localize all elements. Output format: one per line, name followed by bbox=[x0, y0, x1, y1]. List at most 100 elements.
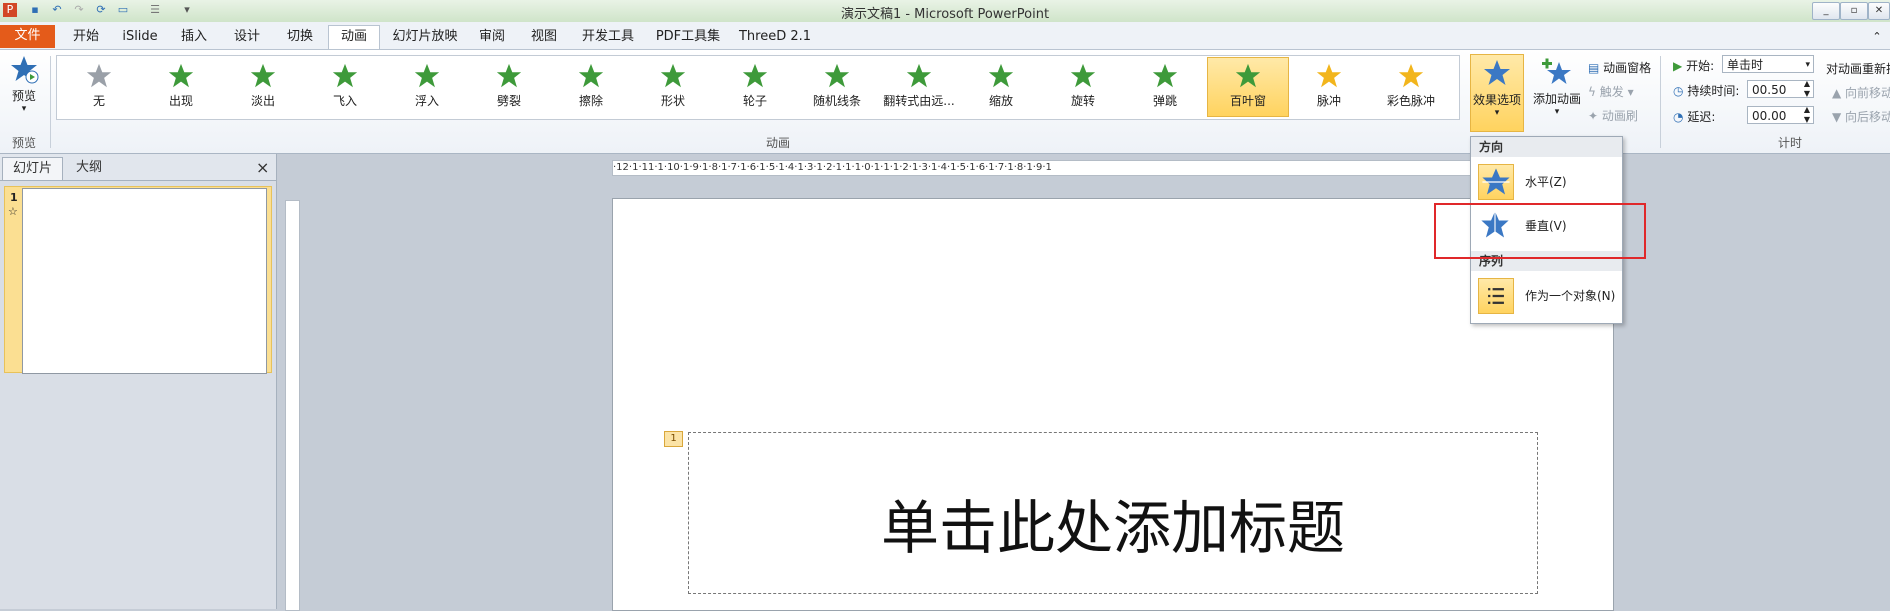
add-animation-label: 添加动画 bbox=[1532, 92, 1581, 106]
tab-view[interactable]: 视图 bbox=[520, 26, 568, 48]
animation-item-label: 旋转 bbox=[1070, 94, 1095, 108]
animation-item-wipe[interactable]: 擦除 bbox=[551, 58, 631, 116]
animation-item-label: 飞入 bbox=[332, 94, 357, 108]
zoom-star-icon bbox=[988, 63, 1014, 88]
animation-item-fly-in[interactable]: 飞入 bbox=[305, 58, 385, 116]
move-later-button[interactable]: ▼ 向后移动 bbox=[1832, 108, 1890, 125]
menu-item-horizontal[interactable]: 水平(Z) bbox=[1473, 161, 1620, 201]
animation-item-grow-turn[interactable]: 翻转式由远... bbox=[879, 58, 959, 116]
tab-review[interactable]: 审阅 bbox=[470, 26, 514, 48]
animation-order-tag[interactable]: 1 bbox=[664, 431, 683, 447]
close-window-button[interactable]: ✕ bbox=[1868, 2, 1890, 20]
animation-painter-button[interactable]: ✦ 动画刷 bbox=[1588, 107, 1638, 124]
close-pane-icon[interactable]: × bbox=[246, 157, 279, 179]
animation-item-label: 翻转式由远... bbox=[883, 94, 955, 108]
animation-item-label: 劈裂 bbox=[496, 94, 521, 108]
horizontal-star-icon bbox=[1478, 164, 1514, 200]
animation-item-appear[interactable]: 出现 bbox=[141, 58, 221, 116]
start-value: 单击时 bbox=[1727, 58, 1764, 72]
pulse-star-icon bbox=[1316, 63, 1342, 88]
effect-options-button[interactable]: 效果选项 ▾ bbox=[1470, 54, 1524, 132]
collapse-ribbon-icon[interactable]: ⌃ bbox=[1868, 26, 1886, 48]
animation-item-label: 淡出 bbox=[250, 94, 275, 108]
effect-options-star-icon bbox=[1484, 60, 1510, 85]
animation-item-label: 脉冲 bbox=[1316, 94, 1341, 108]
animation-item-color-pulse[interactable]: 彩色脉冲 bbox=[1371, 58, 1451, 116]
add-animation-dropdown-icon: ▾ bbox=[1554, 107, 1560, 117]
tab-insert[interactable]: 插入 bbox=[170, 26, 218, 48]
blinds-star-icon bbox=[1235, 63, 1261, 88]
duration-input[interactable]: 00.50 ▲ ▼ bbox=[1747, 79, 1814, 99]
start-select[interactable]: 单击时 ▾ bbox=[1722, 55, 1814, 73]
vertical-ruler bbox=[285, 200, 300, 611]
animation-item-blinds[interactable]: 百叶窗 bbox=[1207, 57, 1289, 117]
tab-animations[interactable]: 动画 bbox=[328, 25, 380, 49]
direction-header: 方向 bbox=[1471, 137, 1622, 157]
animation-item-float-in[interactable]: 浮入 bbox=[387, 58, 467, 116]
animation-item-bounce[interactable]: 弹跳 bbox=[1125, 58, 1205, 116]
timing-group-label: 计时 bbox=[1778, 136, 1803, 150]
maximize-button[interactable]: ▫ bbox=[1840, 2, 1868, 20]
menu-item-as-one-object[interactable]: 作为一个对象(N) bbox=[1473, 275, 1620, 315]
start-label: ▶ 开始: bbox=[1673, 57, 1714, 74]
tab-slideshow[interactable]: 幻灯片放映 bbox=[385, 26, 465, 48]
delay-clock-icon: ◔ bbox=[1673, 110, 1684, 124]
animation-item-label: 无 bbox=[92, 94, 105, 108]
animation-item-wheel[interactable]: 轮子 bbox=[715, 58, 795, 116]
tab-transitions[interactable]: 切换 bbox=[276, 26, 324, 48]
animation-item-fade[interactable]: 淡出 bbox=[223, 58, 303, 116]
animation-item-zoom[interactable]: 缩放 bbox=[961, 58, 1041, 116]
animation-item-label: 出现 bbox=[168, 94, 193, 108]
horizontal-label: 水平(Z) bbox=[1525, 175, 1567, 189]
animation-item-label: 随机线条 bbox=[812, 94, 861, 108]
tab-file[interactable]: 文件 bbox=[0, 25, 55, 48]
slide-thumbnail[interactable] bbox=[22, 188, 267, 374]
chevron-down-icon: ▾ bbox=[1805, 60, 1810, 70]
trigger-button[interactable]: ϟ 触发 ▾ bbox=[1588, 83, 1634, 100]
animation-item-swivel[interactable]: 旋转 bbox=[1043, 58, 1123, 116]
reorder-label: 对动画重新排 bbox=[1826, 62, 1890, 76]
tab-islide[interactable]: iSlide bbox=[115, 26, 165, 48]
clock-icon: ◷ bbox=[1673, 84, 1684, 98]
fly-in-star-icon bbox=[332, 63, 358, 88]
tab-threed[interactable]: ThreeD 2.1 bbox=[735, 26, 815, 48]
trigger-icon: ϟ bbox=[1588, 85, 1596, 99]
spinner-icon[interactable]: ▲ ▼ bbox=[1804, 79, 1810, 99]
trigger-label: 触发 bbox=[1599, 85, 1624, 99]
tab-design[interactable]: 设计 bbox=[223, 26, 271, 48]
move-later-label: 向后移动 bbox=[1845, 110, 1890, 124]
animation-item-shape[interactable]: 形状 bbox=[633, 58, 713, 116]
animation-item-none[interactable]: 无 bbox=[59, 58, 139, 116]
preview-button[interactable]: 预览 ▾ bbox=[4, 54, 44, 132]
preview-dropdown-icon: ▾ bbox=[21, 104, 27, 114]
slides-pane-tabs: 幻灯片 大纲 × bbox=[0, 154, 276, 181]
separator bbox=[50, 56, 51, 148]
slide-number: 1 bbox=[10, 191, 18, 204]
spinner-icon[interactable]: ▲ ▼ bbox=[1804, 105, 1810, 125]
random-bars-star-icon bbox=[824, 63, 850, 88]
preview-group-label: 预览 bbox=[12, 136, 37, 150]
tab-pdf-tools[interactable]: PDF工具集 bbox=[650, 26, 726, 48]
duration-label-text: 持续时间: bbox=[1687, 84, 1740, 98]
move-earlier-button[interactable]: ▲ 向前移动 bbox=[1832, 84, 1890, 101]
tab-slides[interactable]: 幻灯片 bbox=[2, 157, 64, 180]
add-animation-button[interactable]: 添加动画 ▾ bbox=[1530, 54, 1584, 130]
tab-home[interactable]: 开始 bbox=[62, 26, 110, 48]
delay-label: ◔ 延迟: bbox=[1673, 108, 1715, 125]
animation-painter-icon: ✦ bbox=[1588, 109, 1599, 123]
animation-item-random-bars[interactable]: 随机线条 bbox=[797, 58, 877, 116]
minimize-button[interactable]: _ bbox=[1812, 2, 1840, 20]
title-placeholder[interactable]: 单击此处添加标题 bbox=[688, 432, 1538, 594]
duration-label: ◷ 持续时间: bbox=[1673, 82, 1739, 99]
float-in-star-icon bbox=[414, 63, 440, 88]
tab-developer[interactable]: 开发工具 bbox=[575, 26, 641, 48]
tab-outline[interactable]: 大纲 bbox=[66, 157, 112, 179]
swivel-star-icon bbox=[1070, 63, 1096, 88]
animation-item-split[interactable]: 劈裂 bbox=[469, 58, 549, 116]
animation-item-pulse[interactable]: 脉冲 bbox=[1289, 58, 1369, 116]
effect-options-dropdown-icon: ▾ bbox=[1494, 108, 1500, 118]
animation-pane-button[interactable]: ▤ 动画窗格 bbox=[1588, 59, 1651, 76]
delay-input[interactable]: 00.00 ▲ ▼ bbox=[1747, 105, 1814, 125]
as-one-object-label: 作为一个对象(N) bbox=[1525, 289, 1616, 303]
title-bar: P ▪ ↶ ↷ ⟳ ▭ ☰ ▾ 演示文稿1 - Microsoft PowerP… bbox=[0, 0, 1890, 23]
